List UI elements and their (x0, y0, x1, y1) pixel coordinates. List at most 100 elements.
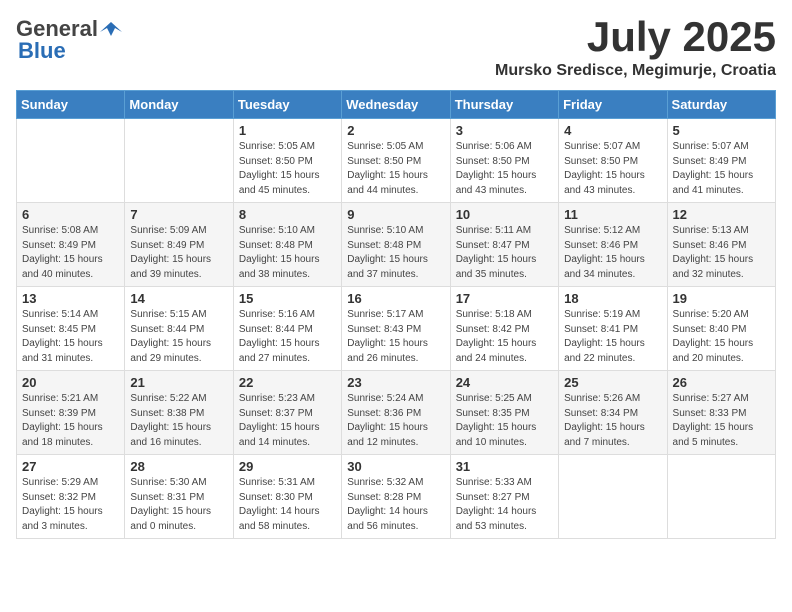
page-header: General Blue July 2025 Mursko Sredisce, … (16, 16, 776, 80)
day-info: Sunrise: 5:05 AMSunset: 8:50 PMDaylight:… (239, 140, 336, 198)
day-number: 18 (564, 291, 661, 306)
calendar-week-2: 6 Sunrise: 5:08 AMSunset: 8:49 PMDaylight… (17, 203, 776, 287)
weekday-header-wednesday: Wednesday (342, 91, 450, 119)
calendar-title: July 2025 (495, 16, 776, 58)
weekday-header-friday: Friday (559, 91, 667, 119)
calendar-cell: 8 Sunrise: 5:10 AMSunset: 8:48 PMDaylight… (233, 203, 341, 287)
day-number: 17 (456, 291, 553, 306)
day-number: 20 (22, 375, 119, 390)
calendar-cell: 14Sunrise: 5:15 AMSunset: 8:44 PMDayligh… (125, 287, 233, 371)
calendar-location: Mursko Sredisce, Megimurje, Croatia (495, 62, 776, 80)
day-number: 11 (564, 207, 661, 222)
day-info: Sunrise: 5:09 AMSunset: 8:49 PMDaylight:… (130, 224, 227, 282)
calendar-cell: 4 Sunrise: 5:07 AMSunset: 8:50 PMDaylight… (559, 119, 667, 203)
day-number: 16 (347, 291, 444, 306)
logo-blue-text: Blue (18, 38, 66, 64)
calendar-cell: 30 Sunrise: 5:32 AMSunset: 8:28 PMDayligh… (342, 455, 450, 539)
weekday-header-monday: Monday (125, 91, 233, 119)
calendar-cell: 18Sunrise: 5:19 AMSunset: 8:41 PMDayligh… (559, 287, 667, 371)
calendar-cell: 2 Sunrise: 5:05 AMSunset: 8:50 PMDaylight… (342, 119, 450, 203)
day-info: Sunrise: 5:29 AMSunset: 8:32 PMDaylight:… (22, 476, 119, 534)
day-info: Sunrise: 5:26 AMSunset: 8:34 PMDaylight:… (564, 392, 661, 450)
weekday-header-sunday: Sunday (17, 91, 125, 119)
day-info: Sunrise: 5:14 AMSunset: 8:45 PMDaylight:… (22, 308, 119, 366)
calendar-cell (667, 455, 775, 539)
day-number: 1 (239, 123, 336, 138)
day-info: Sunrise: 5:24 AMSunset: 8:36 PMDaylight:… (347, 392, 444, 450)
day-number: 28 (130, 459, 227, 474)
calendar-week-1: 1 Sunrise: 5:05 AMSunset: 8:50 PMDaylight… (17, 119, 776, 203)
day-info: Sunrise: 5:12 AMSunset: 8:46 PMDaylight:… (564, 224, 661, 282)
day-number: 26 (673, 375, 770, 390)
day-info: Sunrise: 5:05 AMSunset: 8:50 PMDaylight:… (347, 140, 444, 198)
day-info: Sunrise: 5:33 AMSunset: 8:27 PMDaylight:… (456, 476, 553, 534)
day-number: 3 (456, 123, 553, 138)
calendar-cell: 15Sunrise: 5:16 AMSunset: 8:44 PMDayligh… (233, 287, 341, 371)
logo: General Blue (16, 16, 122, 64)
calendar-cell: 23 Sunrise: 5:24 AMSunset: 8:36 PMDayligh… (342, 371, 450, 455)
calendar-cell: 10Sunrise: 5:11 AMSunset: 8:47 PMDayligh… (450, 203, 558, 287)
day-number: 8 (239, 207, 336, 222)
day-info: Sunrise: 5:11 AMSunset: 8:47 PMDaylight:… (456, 224, 553, 282)
day-info: Sunrise: 5:13 AMSunset: 8:46 PMDaylight:… (673, 224, 770, 282)
day-number: 22 (239, 375, 336, 390)
logo-bird-icon (100, 18, 122, 40)
day-info: Sunrise: 5:06 AMSunset: 8:50 PMDaylight:… (456, 140, 553, 198)
calendar-cell: 1 Sunrise: 5:05 AMSunset: 8:50 PMDaylight… (233, 119, 341, 203)
day-number: 4 (564, 123, 661, 138)
day-info: Sunrise: 5:20 AMSunset: 8:40 PMDaylight:… (673, 308, 770, 366)
calendar-cell: 7 Sunrise: 5:09 AMSunset: 8:49 PMDaylight… (125, 203, 233, 287)
calendar-cell: 27 Sunrise: 5:29 AMSunset: 8:32 PMDayligh… (17, 455, 125, 539)
header-row: SundayMondayTuesdayWednesdayThursdayFrid… (17, 91, 776, 119)
day-number: 24 (456, 375, 553, 390)
calendar-cell: 17 Sunrise: 5:18 AMSunset: 8:42 PMDayligh… (450, 287, 558, 371)
calendar-cell: 31 Sunrise: 5:33 AMSunset: 8:27 PMDayligh… (450, 455, 558, 539)
day-number: 14 (130, 291, 227, 306)
calendar-table: SundayMondayTuesdayWednesdayThursdayFrid… (16, 90, 776, 539)
calendar-cell: 28Sunrise: 5:30 AMSunset: 8:31 PMDayligh… (125, 455, 233, 539)
day-number: 9 (347, 207, 444, 222)
weekday-header-tuesday: Tuesday (233, 91, 341, 119)
calendar-cell (559, 455, 667, 539)
calendar-cell: 25 Sunrise: 5:26 AMSunset: 8:34 PMDayligh… (559, 371, 667, 455)
calendar-cell: 5 Sunrise: 5:07 AMSunset: 8:49 PMDaylight… (667, 119, 775, 203)
day-number: 25 (564, 375, 661, 390)
day-info: Sunrise: 5:10 AMSunset: 8:48 PMDaylight:… (239, 224, 336, 282)
day-number: 21 (130, 375, 227, 390)
day-number: 19 (673, 291, 770, 306)
calendar-cell: 21 Sunrise: 5:22 AMSunset: 8:38 PMDayligh… (125, 371, 233, 455)
day-number: 5 (673, 123, 770, 138)
calendar-cell: 3 Sunrise: 5:06 AMSunset: 8:50 PMDaylight… (450, 119, 558, 203)
calendar-week-5: 27 Sunrise: 5:29 AMSunset: 8:32 PMDayligh… (17, 455, 776, 539)
calendar-cell (125, 119, 233, 203)
calendar-cell: 16Sunrise: 5:17 AMSunset: 8:43 PMDayligh… (342, 287, 450, 371)
day-number: 23 (347, 375, 444, 390)
day-number: 31 (456, 459, 553, 474)
day-info: Sunrise: 5:07 AMSunset: 8:49 PMDaylight:… (673, 140, 770, 198)
calendar-cell: 26 Sunrise: 5:27 AMSunset: 8:33 PMDayligh… (667, 371, 775, 455)
day-number: 29 (239, 459, 336, 474)
day-number: 2 (347, 123, 444, 138)
day-info: Sunrise: 5:22 AMSunset: 8:38 PMDaylight:… (130, 392, 227, 450)
day-info: Sunrise: 5:25 AMSunset: 8:35 PMDaylight:… (456, 392, 553, 450)
day-info: Sunrise: 5:18 AMSunset: 8:42 PMDaylight:… (456, 308, 553, 366)
calendar-cell: 20 Sunrise: 5:21 AMSunset: 8:39 PMDayligh… (17, 371, 125, 455)
day-number: 6 (22, 207, 119, 222)
day-number: 13 (22, 291, 119, 306)
day-info: Sunrise: 5:16 AMSunset: 8:44 PMDaylight:… (239, 308, 336, 366)
day-info: Sunrise: 5:27 AMSunset: 8:33 PMDaylight:… (673, 392, 770, 450)
calendar-week-3: 13 Sunrise: 5:14 AMSunset: 8:45 PMDayligh… (17, 287, 776, 371)
calendar-cell: 9Sunrise: 5:10 AMSunset: 8:48 PMDaylight… (342, 203, 450, 287)
day-number: 7 (130, 207, 227, 222)
day-info: Sunrise: 5:32 AMSunset: 8:28 PMDaylight:… (347, 476, 444, 534)
day-info: Sunrise: 5:08 AMSunset: 8:49 PMDaylight:… (22, 224, 119, 282)
day-info: Sunrise: 5:21 AMSunset: 8:39 PMDaylight:… (22, 392, 119, 450)
calendar-cell: 24 Sunrise: 5:25 AMSunset: 8:35 PMDayligh… (450, 371, 558, 455)
day-number: 27 (22, 459, 119, 474)
day-info: Sunrise: 5:07 AMSunset: 8:50 PMDaylight:… (564, 140, 661, 198)
weekday-header-saturday: Saturday (667, 91, 775, 119)
calendar-cell: 22Sunrise: 5:23 AMSunset: 8:37 PMDayligh… (233, 371, 341, 455)
day-number: 30 (347, 459, 444, 474)
calendar-cell: 29Sunrise: 5:31 AMSunset: 8:30 PMDayligh… (233, 455, 341, 539)
calendar-cell (17, 119, 125, 203)
